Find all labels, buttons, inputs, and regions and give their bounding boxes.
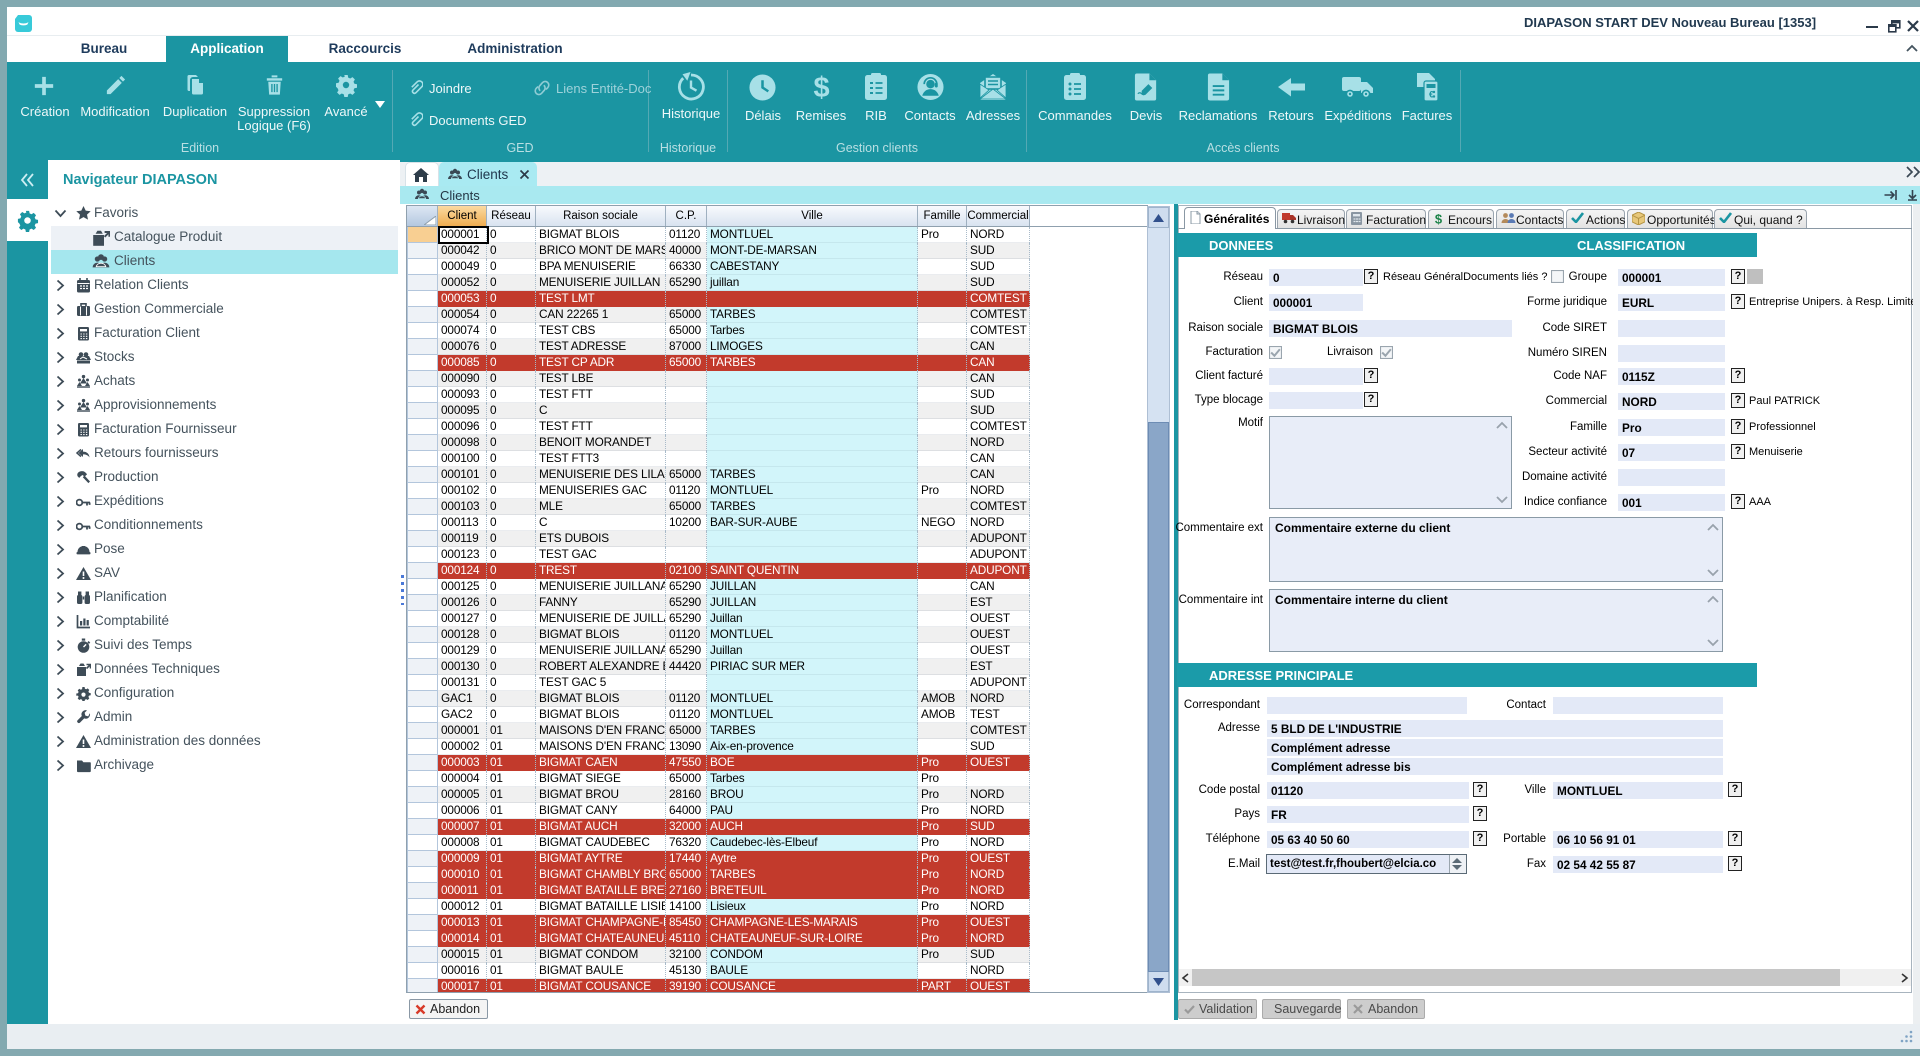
- svg-text:$: $: [1435, 212, 1443, 225]
- svg-text:$: $: [813, 72, 829, 103]
- svg-text:€: €: [1429, 90, 1434, 100]
